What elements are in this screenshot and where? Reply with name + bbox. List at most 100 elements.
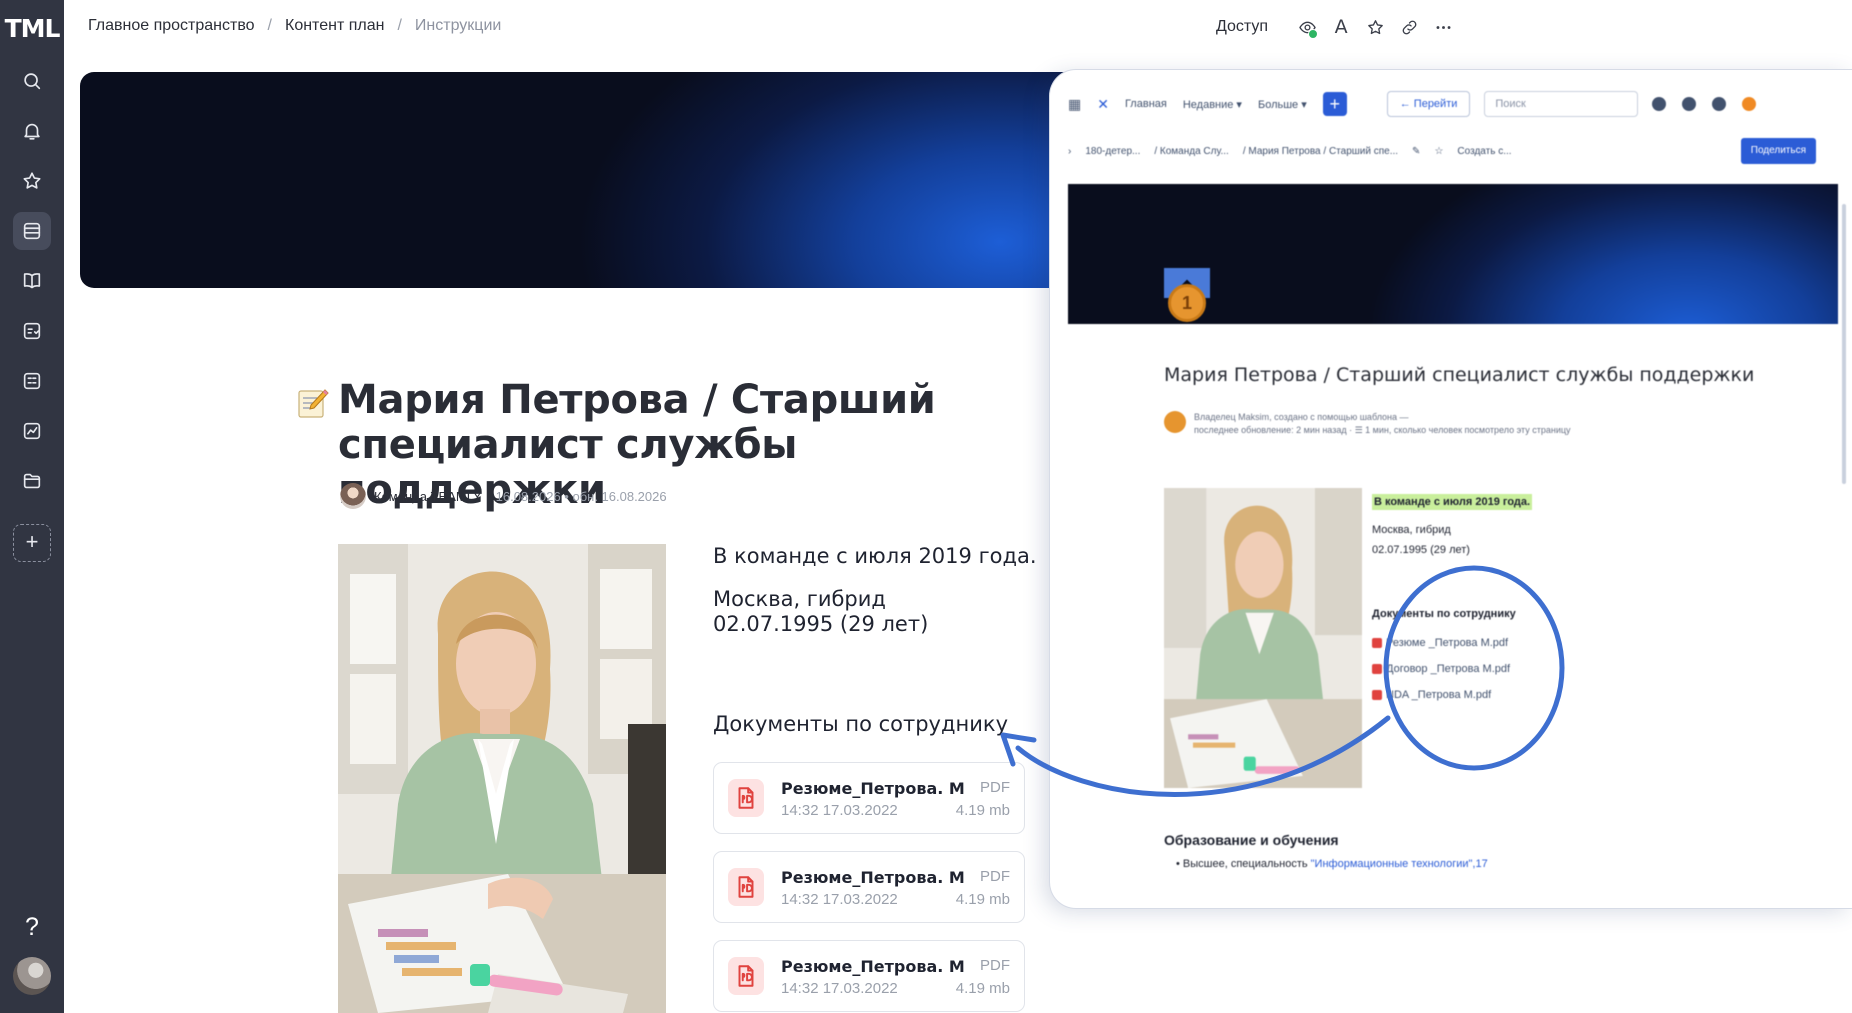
author-name[interactable]: Команда TEAMLY xyxy=(374,489,482,504)
inset-page-title: Мария Петрова / Старший специалист служб… xyxy=(1164,364,1755,386)
inset-crumb: / Команда Слу... xyxy=(1154,146,1229,157)
spaces-icon xyxy=(23,222,41,240)
more-actions-button[interactable] xyxy=(1426,14,1460,40)
table-icon xyxy=(23,372,41,390)
breadcrumb-item-main-space[interactable]: Главное пространство xyxy=(88,17,255,35)
file-card[interactable]: Резюме_Петрова. М 14:32 17.03.2022 PDF 4… xyxy=(713,940,1025,1012)
inset-page-meta: Владелец Maksim, создано с помощью шабло… xyxy=(1164,411,1571,437)
font-settings-button[interactable]: A xyxy=(1324,14,1358,40)
favorite-page-button[interactable] xyxy=(1358,14,1392,40)
file-card[interactable]: Резюме_Петрова. М 14:32 17.03.2022 PDF 4… xyxy=(713,762,1025,834)
medal-icon: 1 xyxy=(1168,284,1206,322)
favorites-button[interactable] xyxy=(13,162,51,200)
search-button[interactable] xyxy=(13,62,51,100)
inset-docs-heading: Документы по сотруднику xyxy=(1372,608,1516,620)
comparison-screenshot: ▦ ✕ Главная Недавние ▾ Больше ▾ + ← Пере… xyxy=(1050,70,1852,908)
inset-share-button: Поделиться xyxy=(1740,138,1816,164)
book-icon xyxy=(23,273,41,289)
file-date: 14:32 17.03.2022 xyxy=(781,802,898,819)
inset-nav-home: Главная xyxy=(1124,98,1167,110)
inset-nav-recent: Недавние ▾ xyxy=(1182,98,1242,111)
inset-doc-name: Резюме _Петрова М.pdf xyxy=(1386,637,1509,649)
font-icon: A xyxy=(1334,16,1348,38)
breadcrumb-separator: / xyxy=(397,17,402,34)
gear-icon xyxy=(1712,97,1727,111)
file-type: PDF xyxy=(980,868,1010,885)
inset-doc-item: Резюме _Петрова М.pdf xyxy=(1372,637,1508,649)
chart-icon xyxy=(23,422,41,440)
inset-city-text: Москва, гибрид xyxy=(1372,524,1451,536)
breadcrumb-item-instructions[interactable]: Инструкции xyxy=(415,17,501,35)
tables-button[interactable] xyxy=(13,362,51,400)
app-logo[interactable]: TML xyxy=(0,14,64,46)
location-text: Москва, гибрид xyxy=(713,587,886,611)
inset-photo-illustration xyxy=(1164,488,1362,788)
file-card[interactable]: Резюме_Петрова. М 14:32 17.03.2022 PDF 4… xyxy=(713,851,1025,923)
inset-location: Москва, гибрид 02.07.1995 (29 лет) xyxy=(1372,520,1470,560)
page-meta: Команда TEAMLY 16.08.2026 • обн. 16.08.2… xyxy=(340,483,667,509)
knowledge-base-button[interactable] xyxy=(13,262,51,300)
arrow-head-icon xyxy=(1000,732,1037,767)
pdf-file-icon xyxy=(728,868,764,906)
inset-doc-item: NDA _Петрова М.pdf xyxy=(1372,689,1491,701)
search-icon xyxy=(24,73,41,90)
user-avatar[interactable] xyxy=(13,957,51,995)
access-button[interactable]: Доступ xyxy=(1216,18,1268,36)
pdf-file-icon xyxy=(728,957,764,995)
analytics-button[interactable] xyxy=(13,412,51,450)
file-size: 4.19 mb xyxy=(955,891,1010,908)
pdf-file-icon xyxy=(1372,664,1382,674)
inset-team-since: В команде с июля 2019 года. xyxy=(1372,494,1533,510)
watch-button[interactable] xyxy=(1290,14,1324,40)
link-icon xyxy=(1402,20,1416,34)
page-dates: 16.08.2026 • обн. 16.08.2026 xyxy=(495,488,667,504)
inset-education-prefix: Высшее, специальность xyxy=(1182,858,1311,870)
breadcrumb: Главное пространство / Контент план / Ин… xyxy=(88,17,501,35)
chevron-right-icon: › xyxy=(1068,146,1072,157)
forms-icon xyxy=(23,322,41,340)
app-icon: ✕ xyxy=(1097,95,1109,112)
employee-photo[interactable] xyxy=(338,544,666,1013)
file-name: Резюме_Петрова. М xyxy=(781,957,965,976)
avatar xyxy=(1742,97,1757,111)
grid-icon: ▦ xyxy=(1068,95,1082,112)
inset-create-from: Создать с... xyxy=(1457,146,1512,157)
inset-meta-line: Владелец Maksim, создано с помощью шабло… xyxy=(1194,412,1409,422)
spaces-button[interactable] xyxy=(13,212,51,250)
forms-button[interactable] xyxy=(13,312,51,350)
copy-link-button[interactable] xyxy=(1392,14,1426,40)
star-icon xyxy=(1367,19,1383,34)
memo-emoji-icon[interactable] xyxy=(296,386,330,420)
watching-status-dot xyxy=(1308,29,1319,39)
page-cover-image xyxy=(80,72,1080,288)
left-sidebar: TML + ? xyxy=(0,0,64,1013)
breadcrumb-item-content-plan[interactable]: Контент план xyxy=(285,17,384,35)
inset-meta-line: последнее обновление: 2 мин назад · ☰ 1 … xyxy=(1194,425,1571,435)
file-name: Резюме_Петрова. М xyxy=(781,779,965,798)
pdf-file-icon xyxy=(1372,690,1382,700)
comparison-screenshot-content: ▦ ✕ Главная Недавние ▾ Больше ▾ + ← Пере… xyxy=(1068,84,1852,904)
file-date: 14:32 17.03.2022 xyxy=(781,980,898,997)
inset-doc-item: Договор _Петрова М.pdf xyxy=(1372,663,1510,675)
inset-search-input: Поиск xyxy=(1484,91,1639,117)
help-button[interactable]: ? xyxy=(13,908,51,946)
plus-icon: + xyxy=(25,529,39,554)
employee-photo-illustration xyxy=(338,544,666,1013)
notifications-button[interactable] xyxy=(13,112,51,150)
file-name: Резюме_Петрова. М xyxy=(781,868,965,887)
bell-icon xyxy=(24,123,40,140)
author-avatar[interactable] xyxy=(340,483,366,509)
file-size: 4.19 mb xyxy=(955,980,1010,997)
inset-crumb: / Мария Петрова / Старший спе... xyxy=(1242,146,1399,157)
star-icon xyxy=(23,172,41,189)
file-date: 14:32 17.03.2022 xyxy=(781,891,898,908)
birth-date-text: 02.07.1995 (29 лет) xyxy=(713,612,929,636)
help-icon xyxy=(1682,97,1697,111)
file-size: 4.19 mb xyxy=(955,802,1010,819)
page-actions: Доступ A xyxy=(1216,14,1460,40)
inset-go-button: ← Перейти xyxy=(1386,91,1471,117)
files-button[interactable] xyxy=(13,462,51,500)
inset-crumb: 180-детер... xyxy=(1085,146,1141,157)
docs-heading: Документы по сотруднику xyxy=(713,712,1008,736)
add-space-button[interactable]: + xyxy=(13,524,51,562)
